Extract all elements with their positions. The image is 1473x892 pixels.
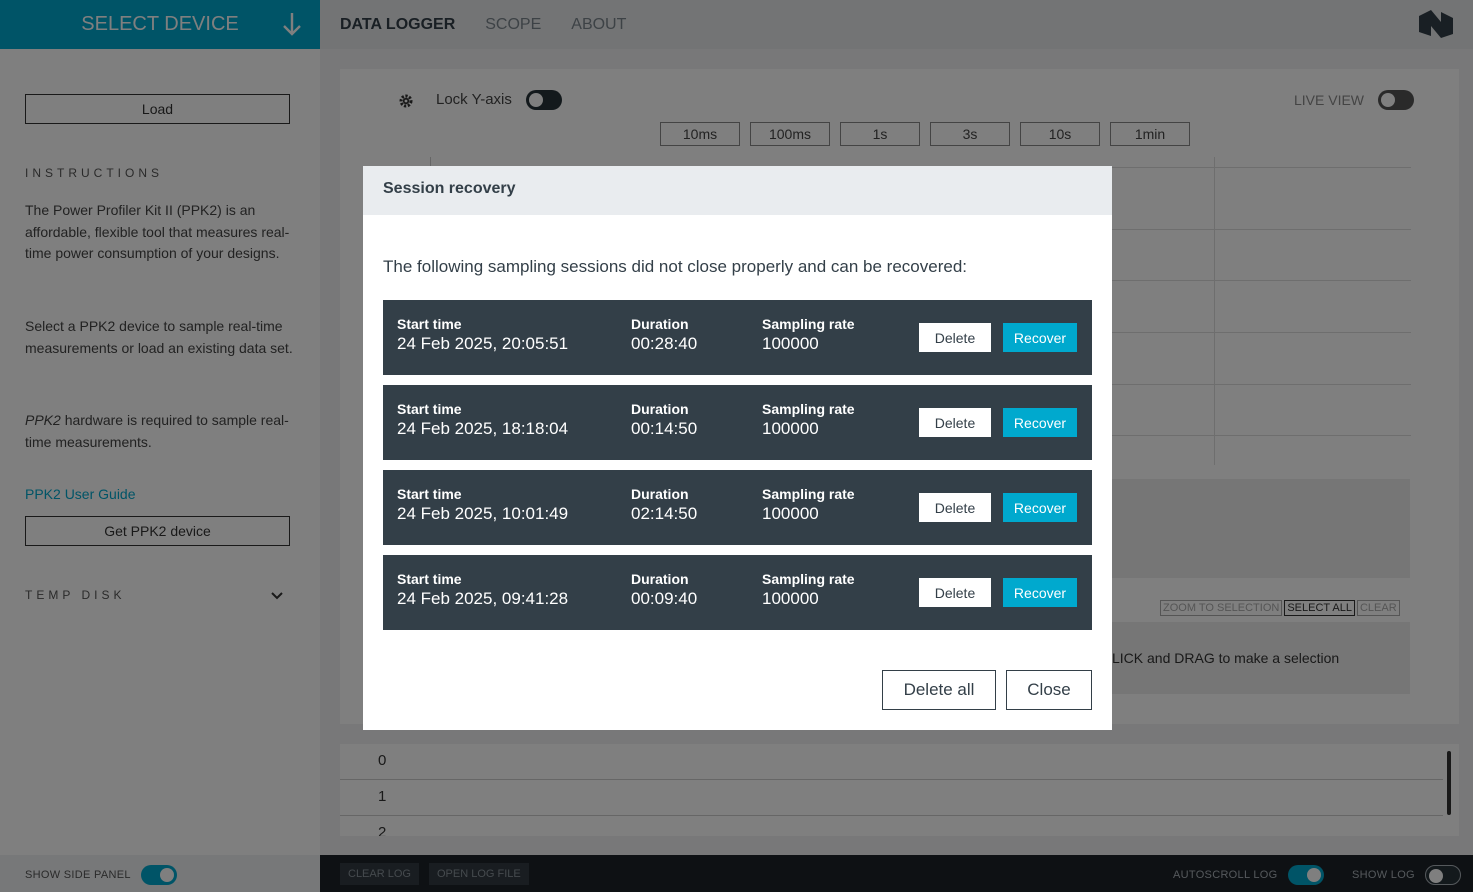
delete-all-button[interactable]: Delete all (882, 670, 996, 710)
start-time-column: Start time 24 Feb 2025, 10:01:49 (397, 486, 568, 525)
duration-label: Duration (631, 571, 689, 587)
dialog-title: Session recovery (363, 166, 1112, 215)
recover-session-button[interactable]: Recover (1003, 578, 1077, 607)
duration-label: Duration (631, 316, 689, 332)
duration-value: 00:14:50 (631, 419, 698, 438)
duration-column: Duration 00:28:40 (631, 316, 697, 355)
sampling-rate-value: 100000 (762, 589, 819, 608)
start-time-column: Start time 24 Feb 2025, 20:05:51 (397, 316, 568, 355)
delete-session-button[interactable]: Delete (919, 578, 991, 607)
recover-session-button[interactable]: Recover (1003, 493, 1077, 522)
delete-session-button[interactable]: Delete (919, 323, 991, 352)
session-row: Start time 24 Feb 2025, 09:41:28 Duratio… (383, 555, 1092, 630)
duration-value: 02:14:50 (631, 504, 698, 523)
sampling-rate-label: Sampling rate (762, 316, 855, 332)
sampling-rate-column: Sampling rate 100000 (762, 571, 855, 610)
session-row: Start time 24 Feb 2025, 18:18:04 Duratio… (383, 385, 1092, 460)
duration-label: Duration (631, 401, 689, 417)
duration-value: 00:28:40 (631, 334, 698, 353)
delete-session-button[interactable]: Delete (919, 408, 991, 437)
recover-session-button[interactable]: Recover (1003, 323, 1077, 352)
sampling-rate-label: Sampling rate (762, 486, 855, 502)
duration-column: Duration 00:14:50 (631, 401, 697, 440)
start-time-value: 24 Feb 2025, 20:05:51 (397, 334, 569, 353)
sampling-rate-column: Sampling rate 100000 (762, 486, 855, 525)
duration-column: Duration 00:09:40 (631, 571, 697, 610)
duration-column: Duration 02:14:50 (631, 486, 697, 525)
session-row: Start time 24 Feb 2025, 10:01:49 Duratio… (383, 470, 1092, 545)
session-recovery-dialog: Session recovery The following sampling … (363, 166, 1112, 730)
duration-value: 00:09:40 (631, 589, 698, 608)
recover-session-button[interactable]: Recover (1003, 408, 1077, 437)
duration-label: Duration (631, 486, 689, 502)
sampling-rate-label: Sampling rate (762, 571, 855, 587)
start-time-value: 24 Feb 2025, 10:01:49 (397, 504, 569, 523)
start-time-value: 24 Feb 2025, 18:18:04 (397, 419, 569, 438)
sampling-rate-column: Sampling rate 100000 (762, 316, 855, 355)
dialog-intro-text: The following sampling sessions did not … (383, 257, 967, 276)
sampling-rate-label: Sampling rate (762, 401, 855, 417)
sampling-rate-value: 100000 (762, 504, 819, 523)
start-time-label: Start time (397, 316, 462, 332)
sampling-rate-column: Sampling rate 100000 (762, 401, 855, 440)
start-time-column: Start time 24 Feb 2025, 09:41:28 (397, 571, 568, 610)
session-row: Start time 24 Feb 2025, 20:05:51 Duratio… (383, 300, 1092, 375)
close-button[interactable]: Close (1006, 670, 1092, 710)
sampling-rate-value: 100000 (762, 334, 819, 353)
start-time-value: 24 Feb 2025, 09:41:28 (397, 589, 569, 608)
start-time-label: Start time (397, 571, 462, 587)
start-time-label: Start time (397, 401, 462, 417)
delete-session-button[interactable]: Delete (919, 493, 991, 522)
start-time-column: Start time 24 Feb 2025, 18:18:04 (397, 401, 568, 440)
start-time-label: Start time (397, 486, 462, 502)
sampling-rate-value: 100000 (762, 419, 819, 438)
